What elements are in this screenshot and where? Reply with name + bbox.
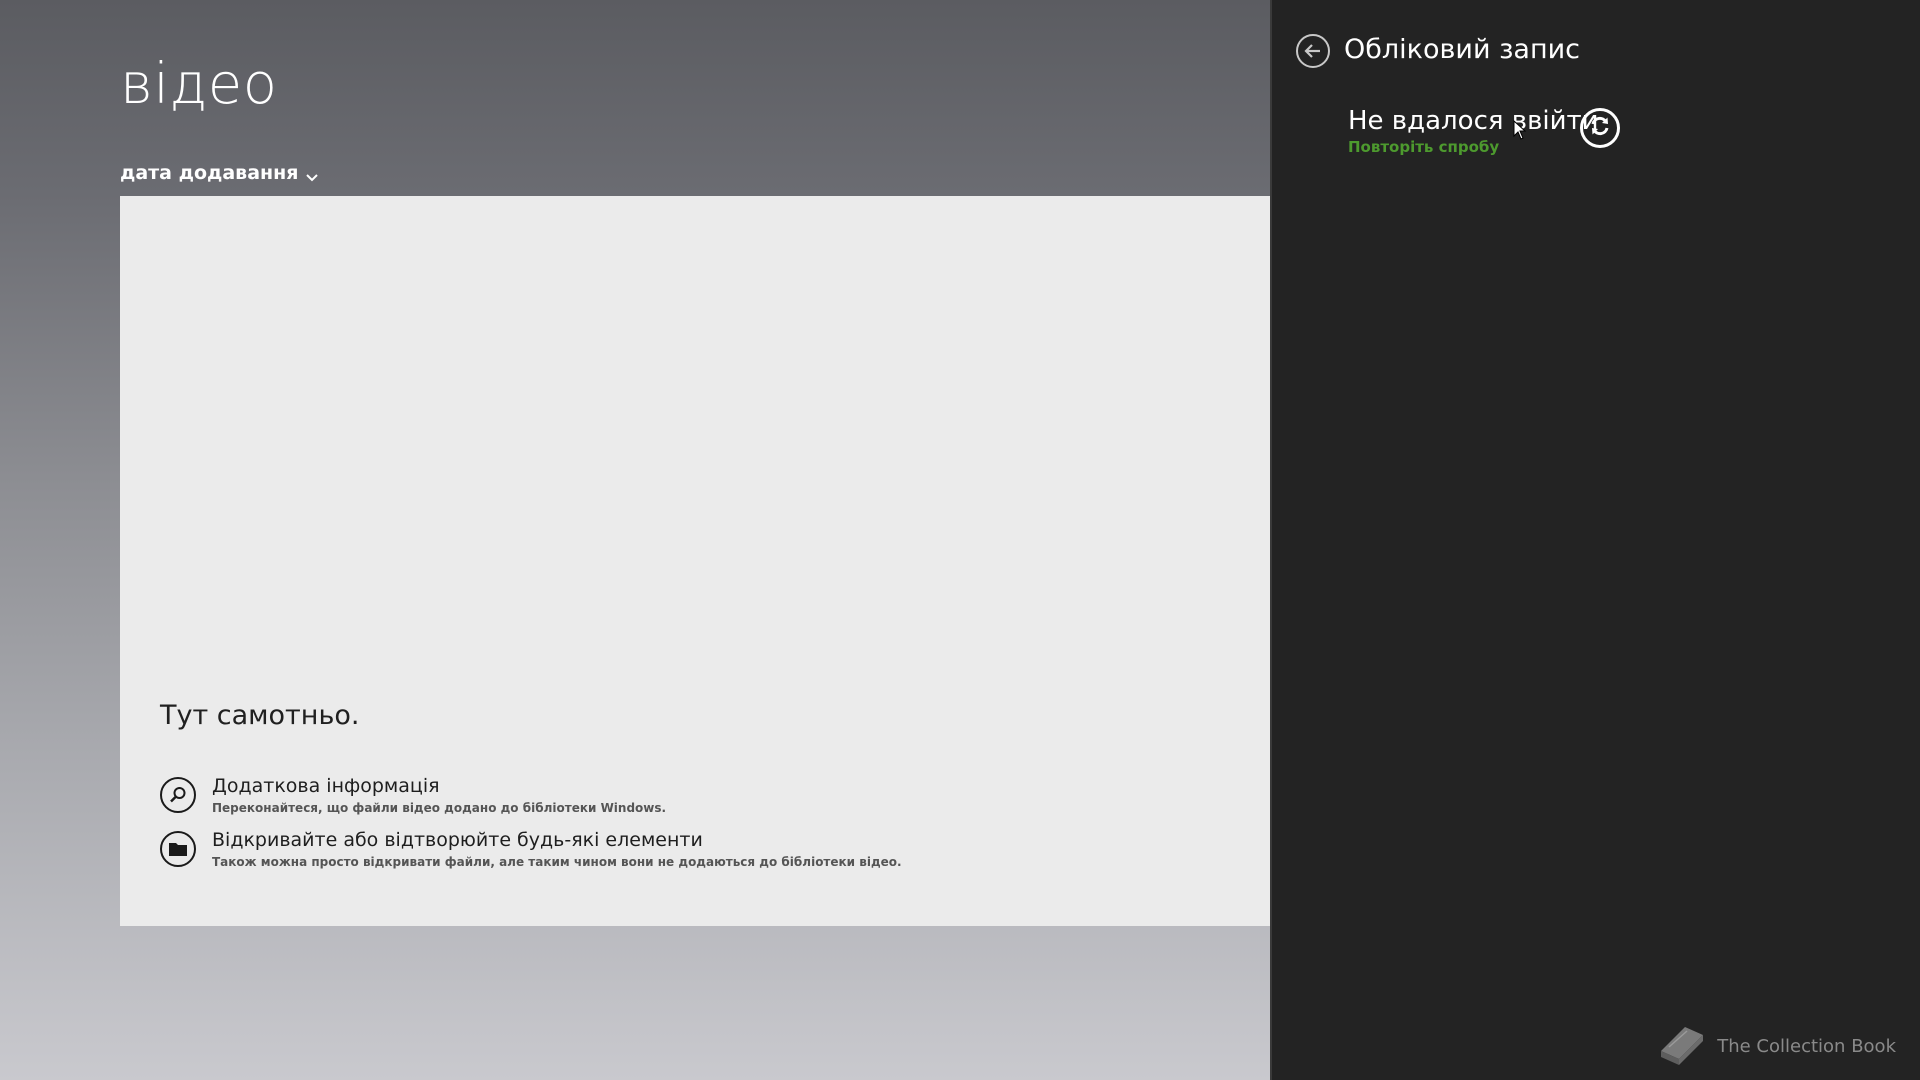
refresh-button[interactable] — [1580, 108, 1620, 148]
folder-icon — [160, 831, 196, 867]
back-arrow-icon[interactable] — [1296, 34, 1330, 68]
mouse-cursor-icon — [1513, 119, 1527, 144]
empty-content-panel: Тут самотньо. Додаткова інформація Перек… — [120, 196, 1270, 926]
sort-label: дата додавання — [120, 162, 299, 184]
watermark-text: The Collection Book — [1717, 1036, 1896, 1057]
open-play-title: Відкривайте або відтворюйте будь-які еле… — [212, 829, 703, 851]
screen: відео дата додавання Тут самотньо. Додат… — [0, 0, 1920, 1080]
book-icon — [1655, 1021, 1707, 1072]
more-info-subtitle: Переконайтеся, що файли відео додано до … — [212, 801, 667, 815]
account-pane: Обліковий запис Не вдалося ввійти Повтор… — [1270, 0, 1920, 1080]
retry-link[interactable]: Повторіть спробу — [1348, 138, 1599, 156]
open-play-subtitle: Також можна просто відкривати файли, але… — [212, 855, 902, 869]
watermark: The Collection Book — [1655, 1021, 1896, 1072]
sort-dropdown[interactable]: дата додавання — [120, 162, 319, 184]
more-info-item[interactable]: Додаткова інформація Переконайтеся, що ф… — [160, 774, 666, 815]
page-title: відео — [120, 52, 278, 117]
more-info-title: Додаткова інформація — [212, 775, 440, 797]
open-play-item[interactable]: Відкривайте або відтворюйте будь-які еле… — [160, 828, 902, 869]
pane-title: Обліковий запис — [1344, 34, 1581, 65]
open-play-text: Відкривайте або відтворюйте будь-які еле… — [212, 828, 902, 869]
chevron-down-icon — [306, 166, 319, 182]
account-status: Не вдалося ввійти Повторіть спробу — [1348, 106, 1599, 156]
sign-in-status: Не вдалося ввійти — [1348, 106, 1599, 136]
empty-state-title: Тут самотньо. — [160, 700, 360, 731]
video-app-main: відео дата додавання Тут самотньо. Додат… — [0, 0, 1270, 1080]
more-info-text: Додаткова інформація Переконайтеся, що ф… — [212, 774, 666, 815]
refresh-icon — [1588, 114, 1612, 142]
search-icon — [160, 777, 196, 813]
